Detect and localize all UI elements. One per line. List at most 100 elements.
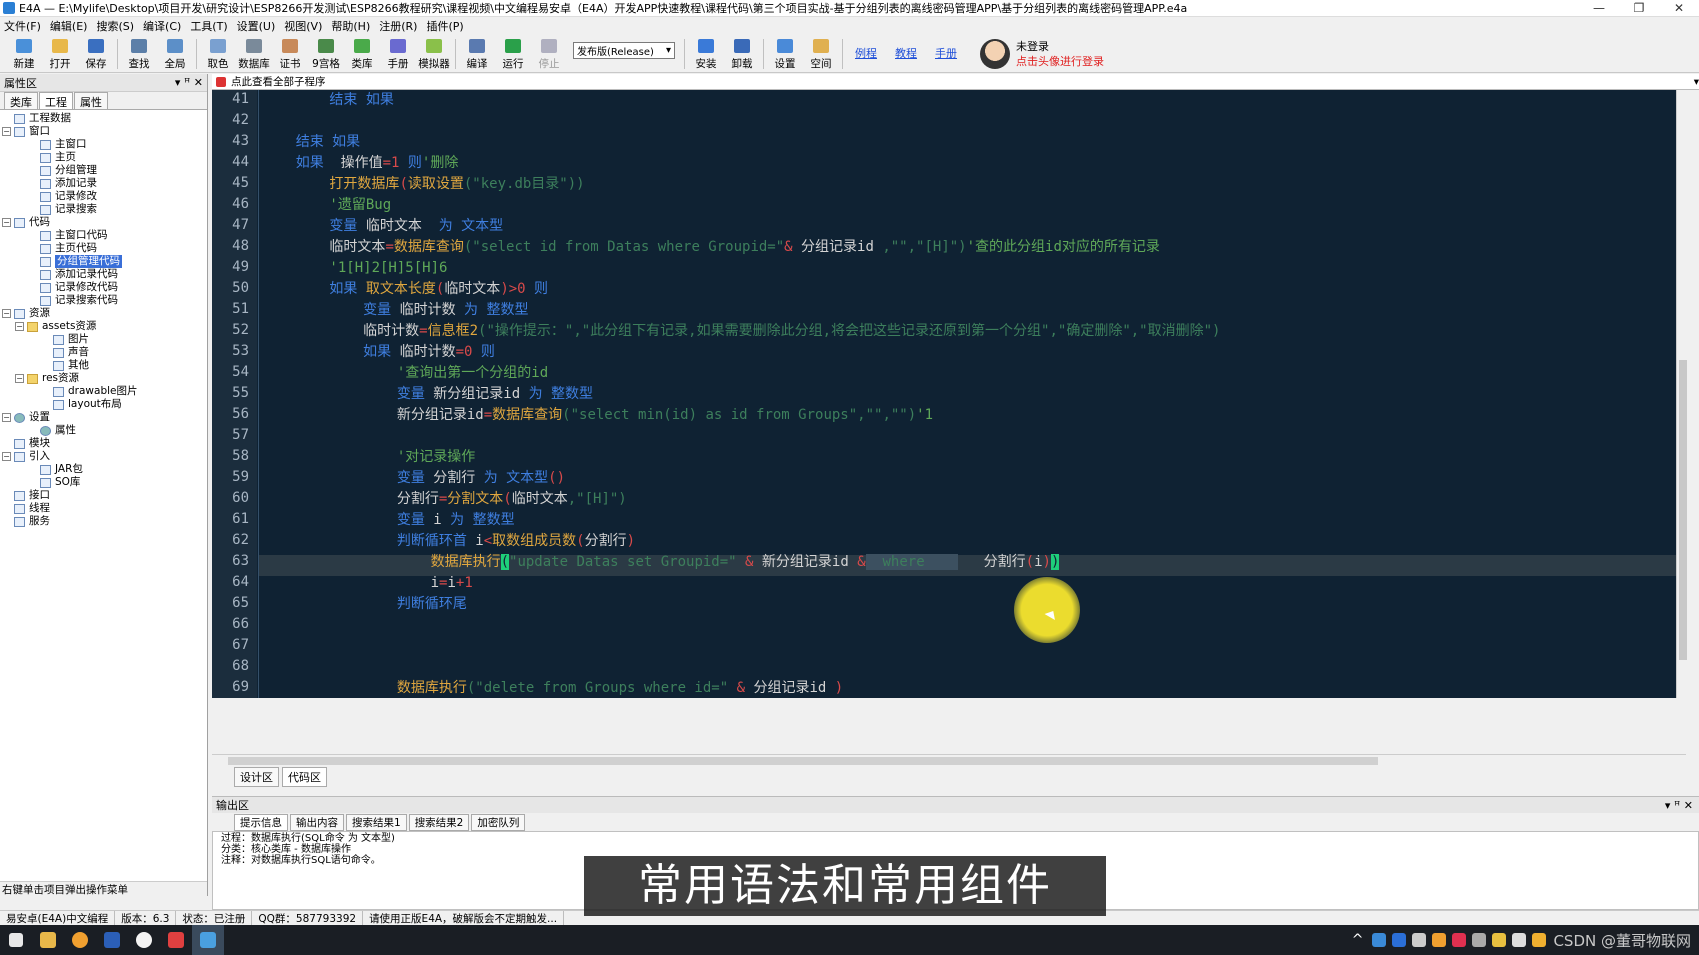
collapse-icon[interactable]: − bbox=[2, 218, 11, 227]
security-shield-icon[interactable] bbox=[1532, 933, 1547, 947]
toolbar-button-new-file[interactable]: 新建 bbox=[6, 36, 42, 72]
code-line[interactable]: 临时文本=数据库查询("select id from Datas where G… bbox=[262, 237, 1160, 258]
bluetooth-icon[interactable] bbox=[1392, 933, 1407, 947]
code-line[interactable]: '查询出第一个分组的id bbox=[262, 363, 548, 384]
collapse-icon[interactable]: − bbox=[15, 374, 24, 383]
tree-node[interactable]: 模块 bbox=[2, 437, 207, 450]
subroutine-selector[interactable]: 点此查看全部子程序 ▾ bbox=[212, 74, 1699, 90]
toolbar-button-compile[interactable]: 编译 bbox=[459, 36, 495, 72]
code-line[interactable]: 打开数据库(读取设置("key.db目录")) bbox=[262, 174, 584, 195]
maximize-button[interactable]: ❐ bbox=[1619, 1, 1659, 15]
tab-library[interactable]: 类库 bbox=[4, 92, 38, 109]
tree-node[interactable]: 声音 bbox=[2, 346, 207, 359]
code-line[interactable]: 变量 新分组记录id 为 整数型 bbox=[262, 384, 593, 405]
tree-node[interactable]: − 引入 bbox=[2, 450, 207, 463]
tree-node[interactable]: 记录搜索代码 bbox=[2, 294, 207, 307]
code-line[interactable]: 新分组记录id=数据库查询("select min(id) as id from… bbox=[262, 405, 933, 426]
tree-node[interactable]: 属性 bbox=[2, 424, 207, 437]
close-button[interactable]: ✕ bbox=[1659, 1, 1699, 15]
tree-node[interactable]: − 设置 bbox=[2, 411, 207, 424]
dropdown-icon[interactable]: ▾ bbox=[175, 76, 181, 89]
output-tab[interactable]: 输出内容 bbox=[290, 814, 344, 831]
microphone-icon[interactable] bbox=[1412, 933, 1427, 947]
code-line[interactable]: 如果 操作值=1 则'删除 bbox=[262, 153, 459, 174]
tree-node[interactable]: − assets资源 bbox=[2, 320, 207, 333]
toolbar-button-global-search[interactable]: 全局 bbox=[157, 36, 193, 72]
collapse-icon[interactable]: − bbox=[2, 413, 11, 422]
tab-properties[interactable]: 属性 bbox=[74, 92, 108, 109]
tree-node[interactable]: − 窗口 bbox=[2, 125, 207, 138]
tree-node[interactable]: 主页 bbox=[2, 151, 207, 164]
start-button[interactable] bbox=[0, 925, 32, 955]
toolbar-button-settings[interactable]: 设置 bbox=[767, 36, 803, 72]
tree-node[interactable]: 工程数据 bbox=[2, 112, 207, 125]
tray-app-icon[interactable] bbox=[1372, 933, 1387, 947]
tree-node[interactable]: drawable图片 bbox=[2, 385, 207, 398]
code-line[interactable]: 判断循环尾 bbox=[262, 594, 467, 615]
tree-node[interactable]: 分组管理 bbox=[2, 164, 207, 177]
output-tab[interactable]: 加密队列 bbox=[471, 814, 526, 831]
tree-node[interactable]: 记录修改代码 bbox=[2, 281, 207, 294]
code-line[interactable]: 变量 分割行 为 文本型() bbox=[262, 468, 565, 489]
menu-item[interactable]: 注册(R) bbox=[379, 18, 417, 34]
output-tab[interactable]: 提示信息 bbox=[234, 814, 288, 831]
tray-app-icon[interactable] bbox=[1472, 933, 1487, 947]
tree-node[interactable]: JAR包 bbox=[2, 463, 207, 476]
toolbar-button-database[interactable]: 数据库 bbox=[236, 36, 272, 72]
code-line[interactable]: 分割行=分割文本(临时文本,"[H]") bbox=[262, 489, 627, 510]
tree-node[interactable]: 接口 bbox=[2, 489, 207, 502]
output-tab[interactable]: 搜索结果1 bbox=[346, 814, 407, 831]
code-line[interactable]: 变量 临时文本 为 文本型 bbox=[262, 216, 503, 237]
tree-node[interactable]: 其他 bbox=[2, 359, 207, 372]
chrome-icon[interactable] bbox=[128, 925, 160, 955]
toolbar-button-open-folder[interactable]: 打开 bbox=[42, 36, 78, 72]
menu-item[interactable]: 搜索(S) bbox=[96, 18, 134, 34]
code-line[interactable]: 数据库执行("update Datas set Groupid=" & 新分组记… bbox=[262, 552, 1060, 573]
menu-item[interactable]: 帮助(H) bbox=[331, 18, 370, 34]
collapse-icon[interactable]: − bbox=[2, 452, 11, 461]
toolbar-button-install[interactable]: 安装 bbox=[688, 36, 724, 72]
toolbar-button-certificate[interactable]: 证书 bbox=[272, 36, 308, 72]
tree-node[interactable]: 线程 bbox=[2, 502, 207, 515]
toolbar-button-run[interactable]: 运行 bbox=[495, 36, 531, 72]
tree-node[interactable]: 添加记录代码 bbox=[2, 268, 207, 281]
toolbar-button-space[interactable]: 空间 bbox=[803, 36, 839, 72]
tree-node[interactable]: 记录修改 bbox=[2, 190, 207, 203]
horizontal-scrollbar[interactable] bbox=[212, 754, 1686, 766]
pin-icon[interactable]: ꟸ bbox=[184, 76, 190, 89]
tab-design[interactable]: 设计区 bbox=[234, 767, 279, 787]
tree-node[interactable]: layout布局 bbox=[2, 398, 207, 411]
code-line[interactable]: '遗留Bug bbox=[262, 195, 391, 216]
vertical-scroll-thumb[interactable] bbox=[1679, 360, 1687, 660]
word-icon[interactable] bbox=[96, 925, 128, 955]
menu-item[interactable]: 插件(P) bbox=[426, 18, 463, 34]
menu-item[interactable]: 工具(T) bbox=[190, 18, 227, 34]
vertical-scrollbar[interactable] bbox=[1676, 90, 1688, 698]
collapse-icon[interactable]: − bbox=[2, 127, 11, 136]
menu-item[interactable]: 设置(U) bbox=[237, 18, 276, 34]
horizontal-scroll-thumb[interactable] bbox=[228, 757, 1378, 765]
tree-node[interactable]: 分组管理代码 bbox=[2, 255, 207, 268]
toolbar-button-library[interactable]: 类库 bbox=[344, 36, 380, 72]
toolbar-button-manual[interactable]: 手册 bbox=[380, 36, 416, 72]
tree-node[interactable]: 记录搜索 bbox=[2, 203, 207, 216]
code-line[interactable]: 结束 如果 bbox=[262, 132, 360, 153]
menu-item[interactable]: 编辑(E) bbox=[50, 18, 88, 34]
output-tab[interactable]: 搜索结果2 bbox=[408, 814, 470, 831]
tab-project[interactable]: 工程 bbox=[39, 92, 73, 109]
menu-item[interactable]: 编译(C) bbox=[143, 18, 181, 34]
app-window-icon[interactable] bbox=[160, 925, 192, 955]
code-line[interactable]: 判断循环首 i<取数组成员数(分割行) bbox=[262, 531, 635, 552]
menu-item[interactable]: 视图(V) bbox=[284, 18, 322, 34]
code-line[interactable]: 如果 取文本长度(临时文本)>0 则 bbox=[262, 279, 548, 300]
toolbar-link[interactable]: 手册 bbox=[935, 45, 957, 61]
code-line[interactable]: 结束 如果 bbox=[262, 90, 393, 111]
toolbar-button-grid[interactable]: 9宫格 bbox=[308, 36, 344, 72]
code-editor[interactable]: 41 42 43 44 45 46 47 48 49 50 51 52 53 54 55 56 57 58 59 60… bbox=[212, 90, 1686, 698]
chevron-down-icon[interactable]: ▾ bbox=[1694, 76, 1699, 88]
code-line[interactable]: 变量 临时计数 为 整数型 bbox=[262, 300, 528, 321]
toolbar-button-emulator[interactable]: 模拟器 bbox=[416, 36, 452, 72]
toolbar-button-uninstall[interactable]: 卸载 bbox=[724, 36, 760, 72]
tab-code[interactable]: 代码区 bbox=[282, 767, 327, 787]
collapse-icon[interactable]: − bbox=[15, 322, 24, 331]
